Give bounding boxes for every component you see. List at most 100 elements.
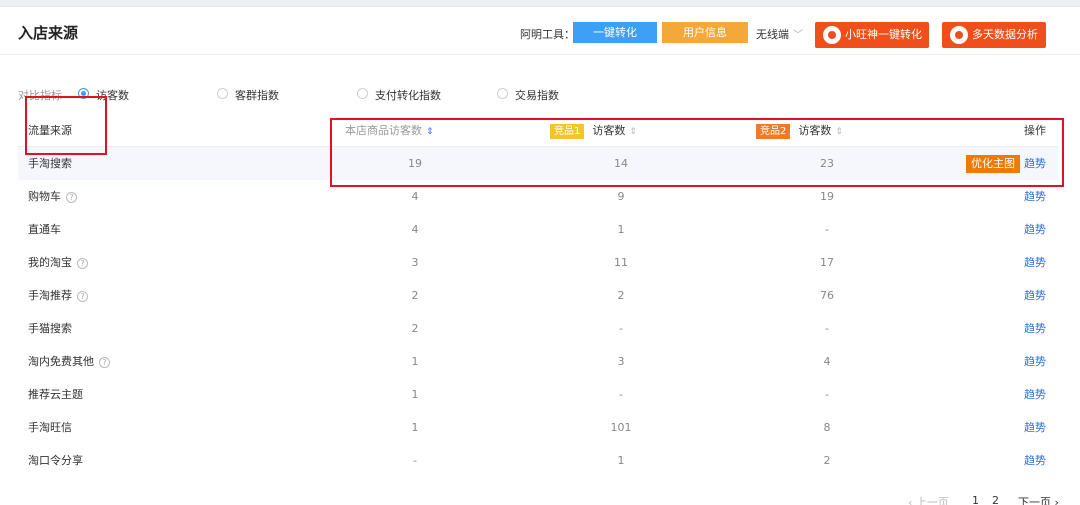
xiaowang-convert-button[interactable]: 小旺神一键转化 bbox=[815, 22, 929, 48]
trend-link[interactable]: 趋势 bbox=[1024, 180, 1046, 213]
radio-checked-icon bbox=[78, 88, 89, 99]
trend-link[interactable]: 趋势 bbox=[1024, 378, 1046, 411]
table-row: 手淘搜索 19 14 23 优化主图 趋势 bbox=[18, 147, 1058, 180]
table-row: 购物车? 4 9 19 趋势 bbox=[18, 180, 1058, 213]
source-name: 淘口令分享 bbox=[28, 454, 83, 467]
table-header: 流量来源 本店商品访客数 ⇕ 竞品1 访客数 ⇕ 竞品2 访客数 ⇕ 操作 bbox=[18, 114, 1058, 147]
competitor2-visitors-value: 8 bbox=[823, 421, 831, 434]
page-title: 入店来源 bbox=[18, 24, 79, 42]
header-competitor2-visitors[interactable]: 竞品2 访客数 ⇕ bbox=[756, 114, 843, 147]
source-name-cell: 淘内免费其他? bbox=[28, 345, 110, 378]
own-visitors-value: 4 bbox=[411, 223, 419, 236]
source-name: 我的淘宝 bbox=[28, 256, 72, 269]
pagination: ‹ 上一页 1 2 下一页 › bbox=[908, 494, 1068, 505]
multiday-analysis-label: 多天数据分析 bbox=[972, 28, 1038, 41]
table-row: 手猫搜索 2 - - 趋势 bbox=[18, 312, 1058, 345]
next-page-button[interactable]: 下一页 › bbox=[1018, 494, 1059, 505]
source-name: 推荐云主题 bbox=[28, 388, 83, 401]
trend-link[interactable]: 趋势 bbox=[1024, 444, 1046, 477]
competitor1-visitors-value: 1 bbox=[617, 454, 625, 467]
source-name-cell: 我的淘宝? bbox=[28, 246, 88, 279]
competitor2-visitors-value: - bbox=[825, 223, 829, 236]
device-select[interactable]: 无线端 ﹀ bbox=[756, 26, 803, 42]
source-name: 手淘搜索 bbox=[28, 157, 72, 170]
table-row: 直通车 4 1 - 趋势 bbox=[18, 213, 1058, 246]
table-row: 手淘旺信 1 101 8 趋势 bbox=[18, 411, 1058, 444]
trend-link[interactable]: 趋势 bbox=[1024, 157, 1046, 170]
optimize-main-image-button[interactable]: 优化主图 bbox=[966, 155, 1020, 173]
metric-selector-label: 对比指标 bbox=[18, 89, 62, 102]
trend-link[interactable]: 趋势 bbox=[1024, 312, 1046, 345]
source-name: 手淘旺信 bbox=[28, 421, 72, 434]
source-name: 手淘推荐 bbox=[28, 289, 72, 302]
page-1-button[interactable]: 1 bbox=[972, 494, 979, 505]
competitor1-visitors-value: - bbox=[619, 388, 623, 401]
trend-link[interactable]: 趋势 bbox=[1024, 279, 1046, 312]
metric-radio-label: 交易指数 bbox=[515, 89, 559, 102]
competitor2-visitors-value: 23 bbox=[820, 157, 834, 170]
help-icon[interactable]: ? bbox=[77, 257, 88, 269]
table-row: 我的淘宝? 3 11 17 趋势 bbox=[18, 246, 1058, 279]
sort-icon: ⇕ bbox=[629, 127, 637, 137]
metric-radio-label: 访客数 bbox=[96, 89, 129, 102]
header-competitor1-label: 访客数 bbox=[592, 124, 626, 137]
chevron-down-icon: ﹀ bbox=[793, 30, 803, 41]
competitor2-visitors-value: - bbox=[825, 322, 829, 335]
help-icon[interactable]: ? bbox=[77, 290, 88, 302]
one-click-convert-button[interactable]: 一键转化 bbox=[573, 22, 657, 43]
multiday-analysis-button[interactable]: 多天数据分析 bbox=[942, 22, 1046, 48]
trend-link[interactable]: 趋势 bbox=[1024, 411, 1046, 444]
help-icon[interactable]: ? bbox=[66, 191, 77, 203]
xiaowang-logo-icon bbox=[823, 26, 841, 44]
own-visitors-value: 1 bbox=[411, 388, 419, 401]
own-visitors-value: - bbox=[413, 454, 417, 467]
competitor1-visitors-value: 9 bbox=[617, 190, 625, 203]
radio-icon bbox=[357, 88, 368, 99]
header-traffic-source: 流量来源 bbox=[28, 124, 72, 137]
competitor1-visitors-value: 1 bbox=[617, 223, 625, 236]
own-visitors-value: 2 bbox=[411, 289, 419, 302]
row-actions: 优化主图 趋势 bbox=[966, 147, 1046, 180]
tools-label: 阿明工具： bbox=[520, 28, 575, 41]
competitor2-visitors-value: 17 bbox=[820, 256, 834, 269]
traffic-source-table: 流量来源 本店商品访客数 ⇕ 竞品1 访客数 ⇕ 竞品2 访客数 ⇕ 操作 手淘搜索 19… bbox=[18, 114, 1058, 477]
competitor1-visitors-value: 14 bbox=[614, 157, 628, 170]
sort-icon: ⇕ bbox=[426, 127, 434, 137]
device-select-value: 无线端 bbox=[756, 28, 789, 41]
radio-icon bbox=[217, 88, 228, 99]
user-info-button[interactable]: 用户信息 bbox=[662, 22, 748, 43]
source-name-cell: 购物车? bbox=[28, 180, 77, 213]
competitor1-visitors-value: 11 bbox=[614, 256, 628, 269]
source-name: 直通车 bbox=[28, 223, 61, 236]
multiday-logo-icon bbox=[950, 26, 968, 44]
table-row: 推荐云主题 1 - - 趋势 bbox=[18, 378, 1058, 411]
trend-link[interactable]: 趋势 bbox=[1024, 246, 1046, 279]
metric-selector: 对比指标 访客数 客群指数 支付转化指数 交易指数 bbox=[18, 85, 618, 102]
header-own-visitors[interactable]: 本店商品访客数 ⇕ bbox=[345, 114, 434, 147]
metric-radio-label: 客群指数 bbox=[235, 89, 279, 102]
competitor2-visitors-value: 4 bbox=[823, 355, 831, 368]
trend-link[interactable]: 趋势 bbox=[1024, 213, 1046, 246]
source-name: 手猫搜索 bbox=[28, 322, 72, 335]
table-row: 淘口令分享 - 1 2 趋势 bbox=[18, 444, 1058, 477]
metric-radio-label: 支付转化指数 bbox=[375, 89, 441, 102]
competitor2-visitors-value: 2 bbox=[823, 454, 831, 467]
source-name: 淘内免费其他 bbox=[28, 355, 94, 368]
own-visitors-value: 3 bbox=[411, 256, 419, 269]
trend-link[interactable]: 趋势 bbox=[1024, 345, 1046, 378]
competitor1-badge: 竞品1 bbox=[550, 123, 585, 139]
help-icon[interactable]: ? bbox=[99, 356, 110, 368]
prev-page-button[interactable]: ‹ 上一页 bbox=[908, 494, 949, 505]
header-action: 操作 bbox=[1024, 124, 1046, 137]
radio-icon bbox=[497, 88, 508, 99]
header-own-visitors-label: 本店商品访客数 bbox=[345, 124, 422, 137]
source-name: 购物车 bbox=[28, 190, 61, 203]
page-2-button[interactable]: 2 bbox=[992, 494, 999, 505]
xiaowang-convert-label: 小旺神一键转化 bbox=[845, 28, 922, 41]
competitor2-badge: 竞品2 bbox=[756, 123, 791, 139]
own-visitors-value: 2 bbox=[411, 322, 419, 335]
competitor2-visitors-value: 19 bbox=[820, 190, 834, 203]
header-competitor1-visitors[interactable]: 竞品1 访客数 ⇕ bbox=[550, 114, 637, 147]
own-visitors-value: 1 bbox=[411, 421, 419, 434]
competitor1-visitors-value: 3 bbox=[617, 355, 625, 368]
